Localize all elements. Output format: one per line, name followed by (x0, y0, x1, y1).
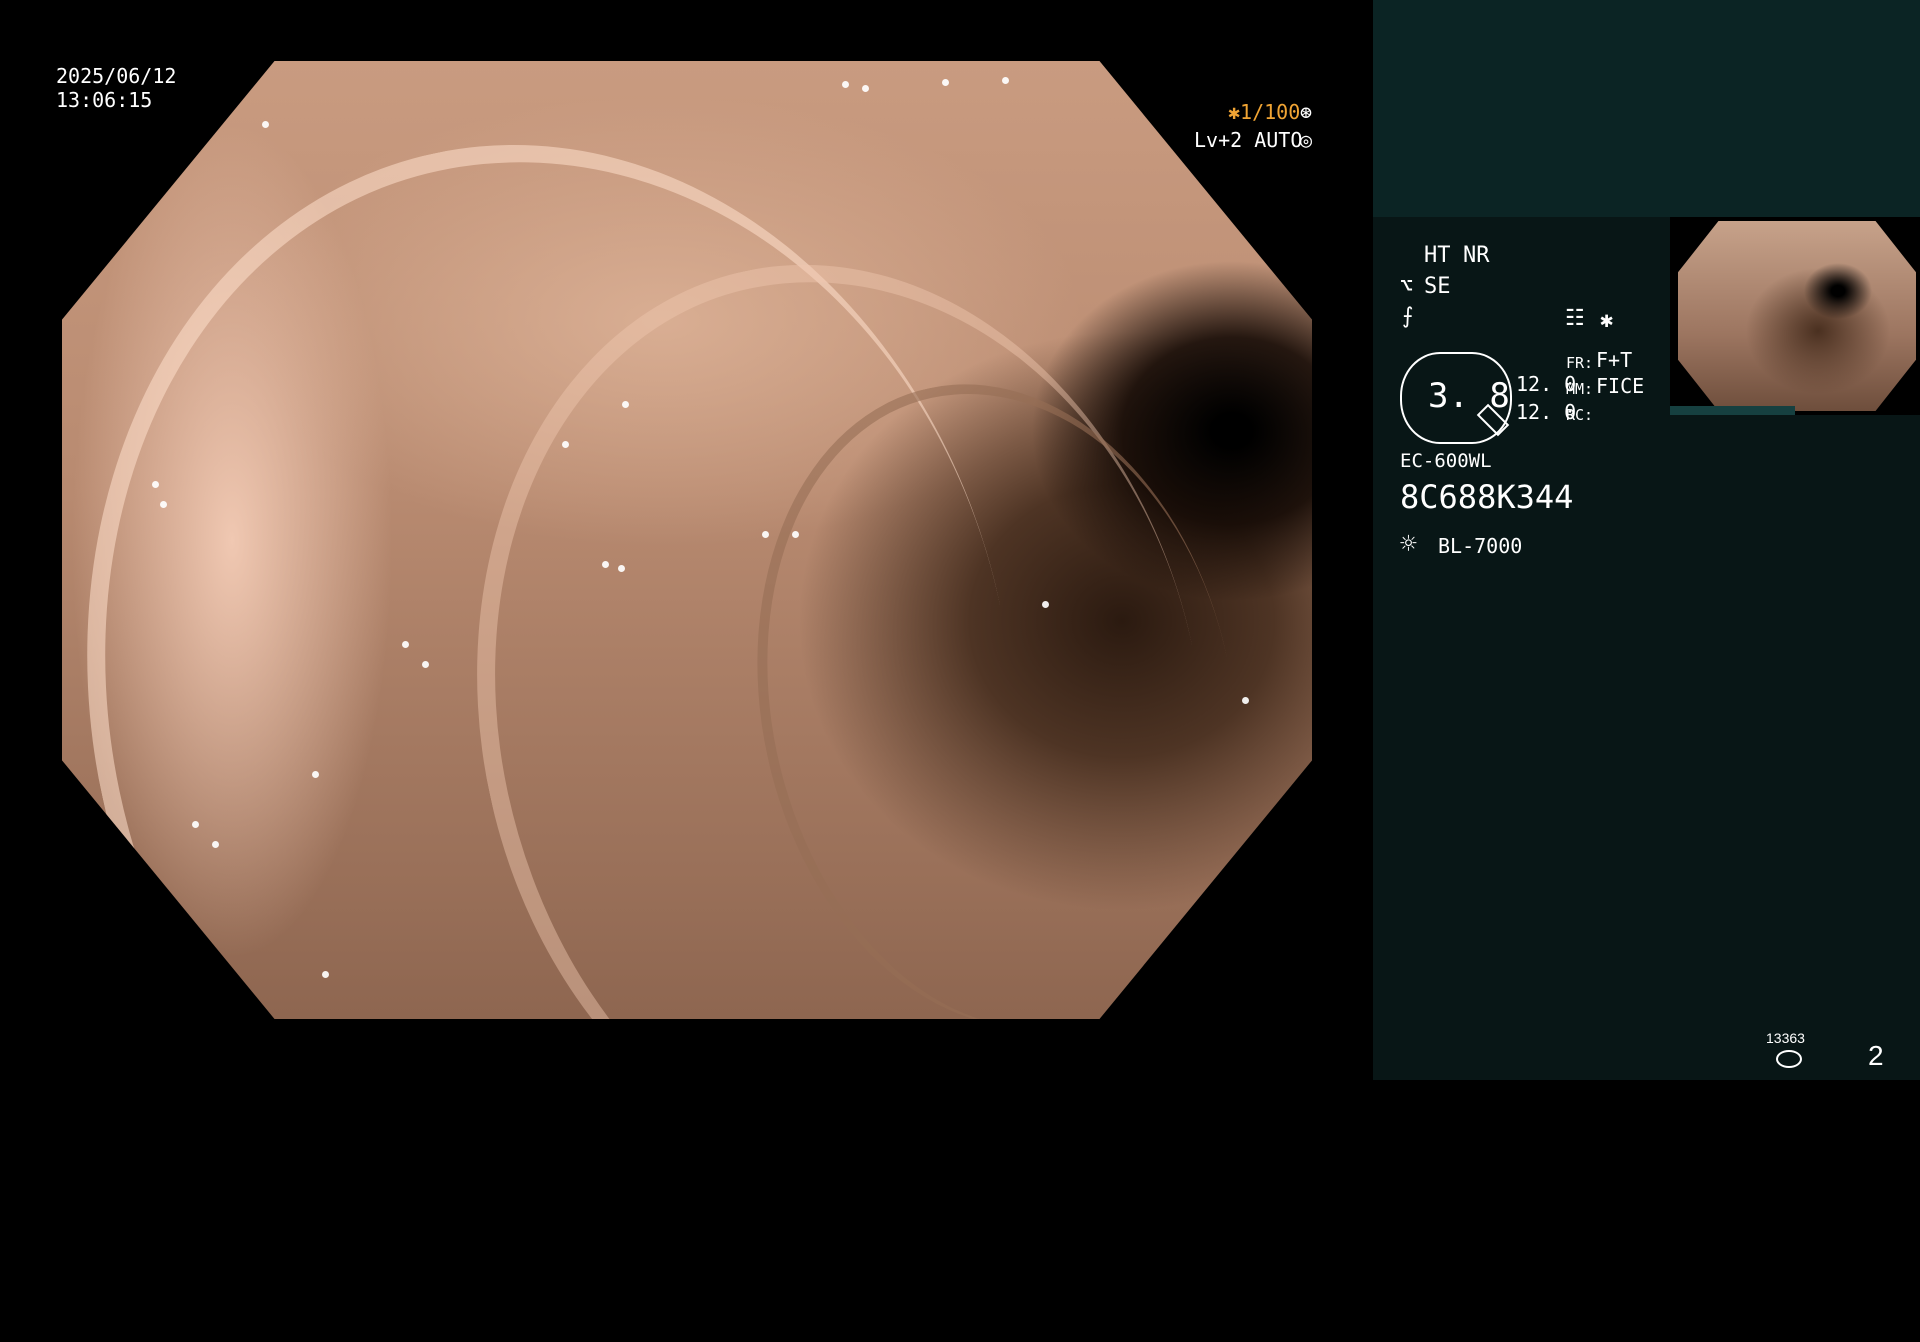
scope-model: EC-600WL (1400, 450, 1492, 472)
scope-serial: 8C688K344 (1400, 478, 1574, 516)
specular-highlight (152, 481, 159, 488)
rc-label: RC: (1566, 406, 1594, 424)
pip-bar (1670, 406, 1795, 415)
specular-highlight (622, 401, 629, 408)
specular-highlight (1002, 77, 1009, 84)
specular-highlight (422, 661, 429, 668)
ht-indicator: HT (1424, 243, 1451, 268)
specular-highlight (212, 841, 219, 848)
page-number: 2 (1868, 1040, 1884, 1071)
brightness-level: Lv+2 AUTO (1194, 128, 1303, 152)
storage-icon (1776, 1050, 1802, 1068)
specular-highlight (862, 85, 869, 92)
shutter-icon: ⊛ (1300, 100, 1313, 124)
fr-value: F+T (1596, 348, 1633, 372)
light-source-model: BL-7000 (1438, 534, 1523, 558)
specular-highlight (792, 531, 799, 538)
panel-header-area (1373, 0, 1920, 217)
specular-highlight (312, 771, 319, 778)
specular-highlight (602, 561, 609, 568)
asterisk-icon: ✱ (1600, 308, 1614, 333)
shutter-speed: ✱1/100 (1228, 100, 1301, 124)
mm-label: MM: (1566, 380, 1594, 398)
se-indicator: SE (1424, 274, 1451, 299)
specular-highlight (762, 531, 769, 538)
iris-icon: ◎ (1300, 128, 1313, 152)
specular-highlight (262, 121, 269, 128)
pip-image (1678, 221, 1916, 411)
nr-indicator: NR (1463, 243, 1490, 268)
specular-highlight (322, 971, 329, 978)
specular-highlight (1042, 601, 1049, 608)
image-counter: 13363 (1766, 1030, 1805, 1046)
structure-enhance-icon: ⌥ (1400, 274, 1414, 299)
specular-highlight (942, 79, 949, 86)
light-source-icon: ☼ (1400, 527, 1417, 560)
capture-date: 2025/06/12 (56, 64, 177, 88)
specular-highlight (402, 641, 409, 648)
mm-value: FICE (1596, 374, 1645, 398)
specular-highlight (160, 501, 167, 508)
specular-highlight (618, 565, 625, 572)
fr-label: FR: (1566, 354, 1594, 372)
capture-time: 13:06:15 (56, 88, 153, 112)
specular-highlight (562, 441, 569, 448)
menu-icon: ☷ (1565, 306, 1585, 331)
endoscope-view: 2025/06/12 13:06:15 ✱1/100 ⊛ Lv+2 AUTO ◎ (0, 0, 1372, 1080)
zoom-badge: 3. 8 (1400, 352, 1512, 444)
specular-highlight (192, 821, 199, 828)
pip-thumbnail (1670, 217, 1920, 415)
function-icon: ⨍ (1402, 304, 1414, 329)
endoscope-image (62, 61, 1312, 1019)
specular-highlight (842, 81, 849, 88)
specular-highlight (1242, 697, 1249, 704)
zoom-value: 3. 8 (1428, 376, 1510, 416)
